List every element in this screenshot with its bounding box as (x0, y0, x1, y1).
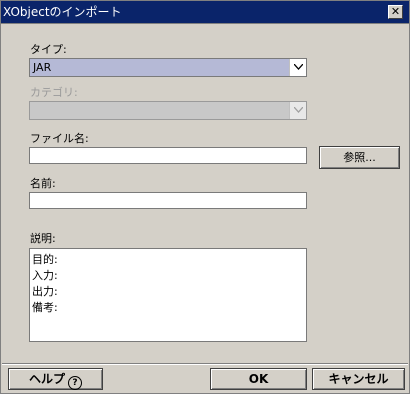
import-xobject-dialog: XObjectのインポート ✕ タイプ: JAR カテゴリ: ファイル名: 参照… (0, 0, 410, 394)
help-circle-icon: ? (68, 376, 82, 390)
description-line: 備考: (32, 301, 58, 314)
browse-button[interactable]: 参照... (319, 146, 400, 169)
help-label: ヘルプ (28, 372, 65, 386)
category-select-value (30, 102, 289, 119)
close-button[interactable]: ✕ (388, 5, 403, 19)
description-line: 入力: (32, 269, 58, 282)
type-dropdown-button[interactable] (289, 59, 306, 76)
help-button[interactable]: ヘルプ? (8, 368, 103, 390)
category-select (29, 101, 307, 120)
cancel-button[interactable]: キャンセル (312, 368, 405, 390)
filename-input[interactable] (29, 147, 307, 164)
category-label: カテゴリ: (30, 86, 78, 99)
type-label: タイプ: (30, 43, 67, 56)
title-bar[interactable]: XObjectのインポート ✕ (1, 1, 409, 24)
footer-divider (2, 363, 408, 365)
description-line: 出力: (32, 285, 58, 298)
type-select-value: JAR (30, 59, 289, 76)
chevron-down-icon (294, 64, 303, 70)
chevron-down-icon (294, 107, 303, 113)
name-input[interactable] (29, 192, 307, 209)
category-dropdown-button (289, 102, 306, 119)
ok-button[interactable]: OK (210, 368, 307, 390)
description-textarea[interactable]: 目的: 入力: 出力: 備考: (29, 248, 307, 342)
name-label: 名前: (30, 177, 56, 190)
type-select[interactable]: JAR (29, 58, 307, 77)
close-icon: ✕ (390, 5, 401, 18)
filename-label: ファイル名: (30, 132, 89, 145)
dialog-title: XObjectのインポート (3, 5, 122, 19)
description-line: 目的: (32, 253, 58, 266)
description-label: 説明: (30, 232, 56, 245)
